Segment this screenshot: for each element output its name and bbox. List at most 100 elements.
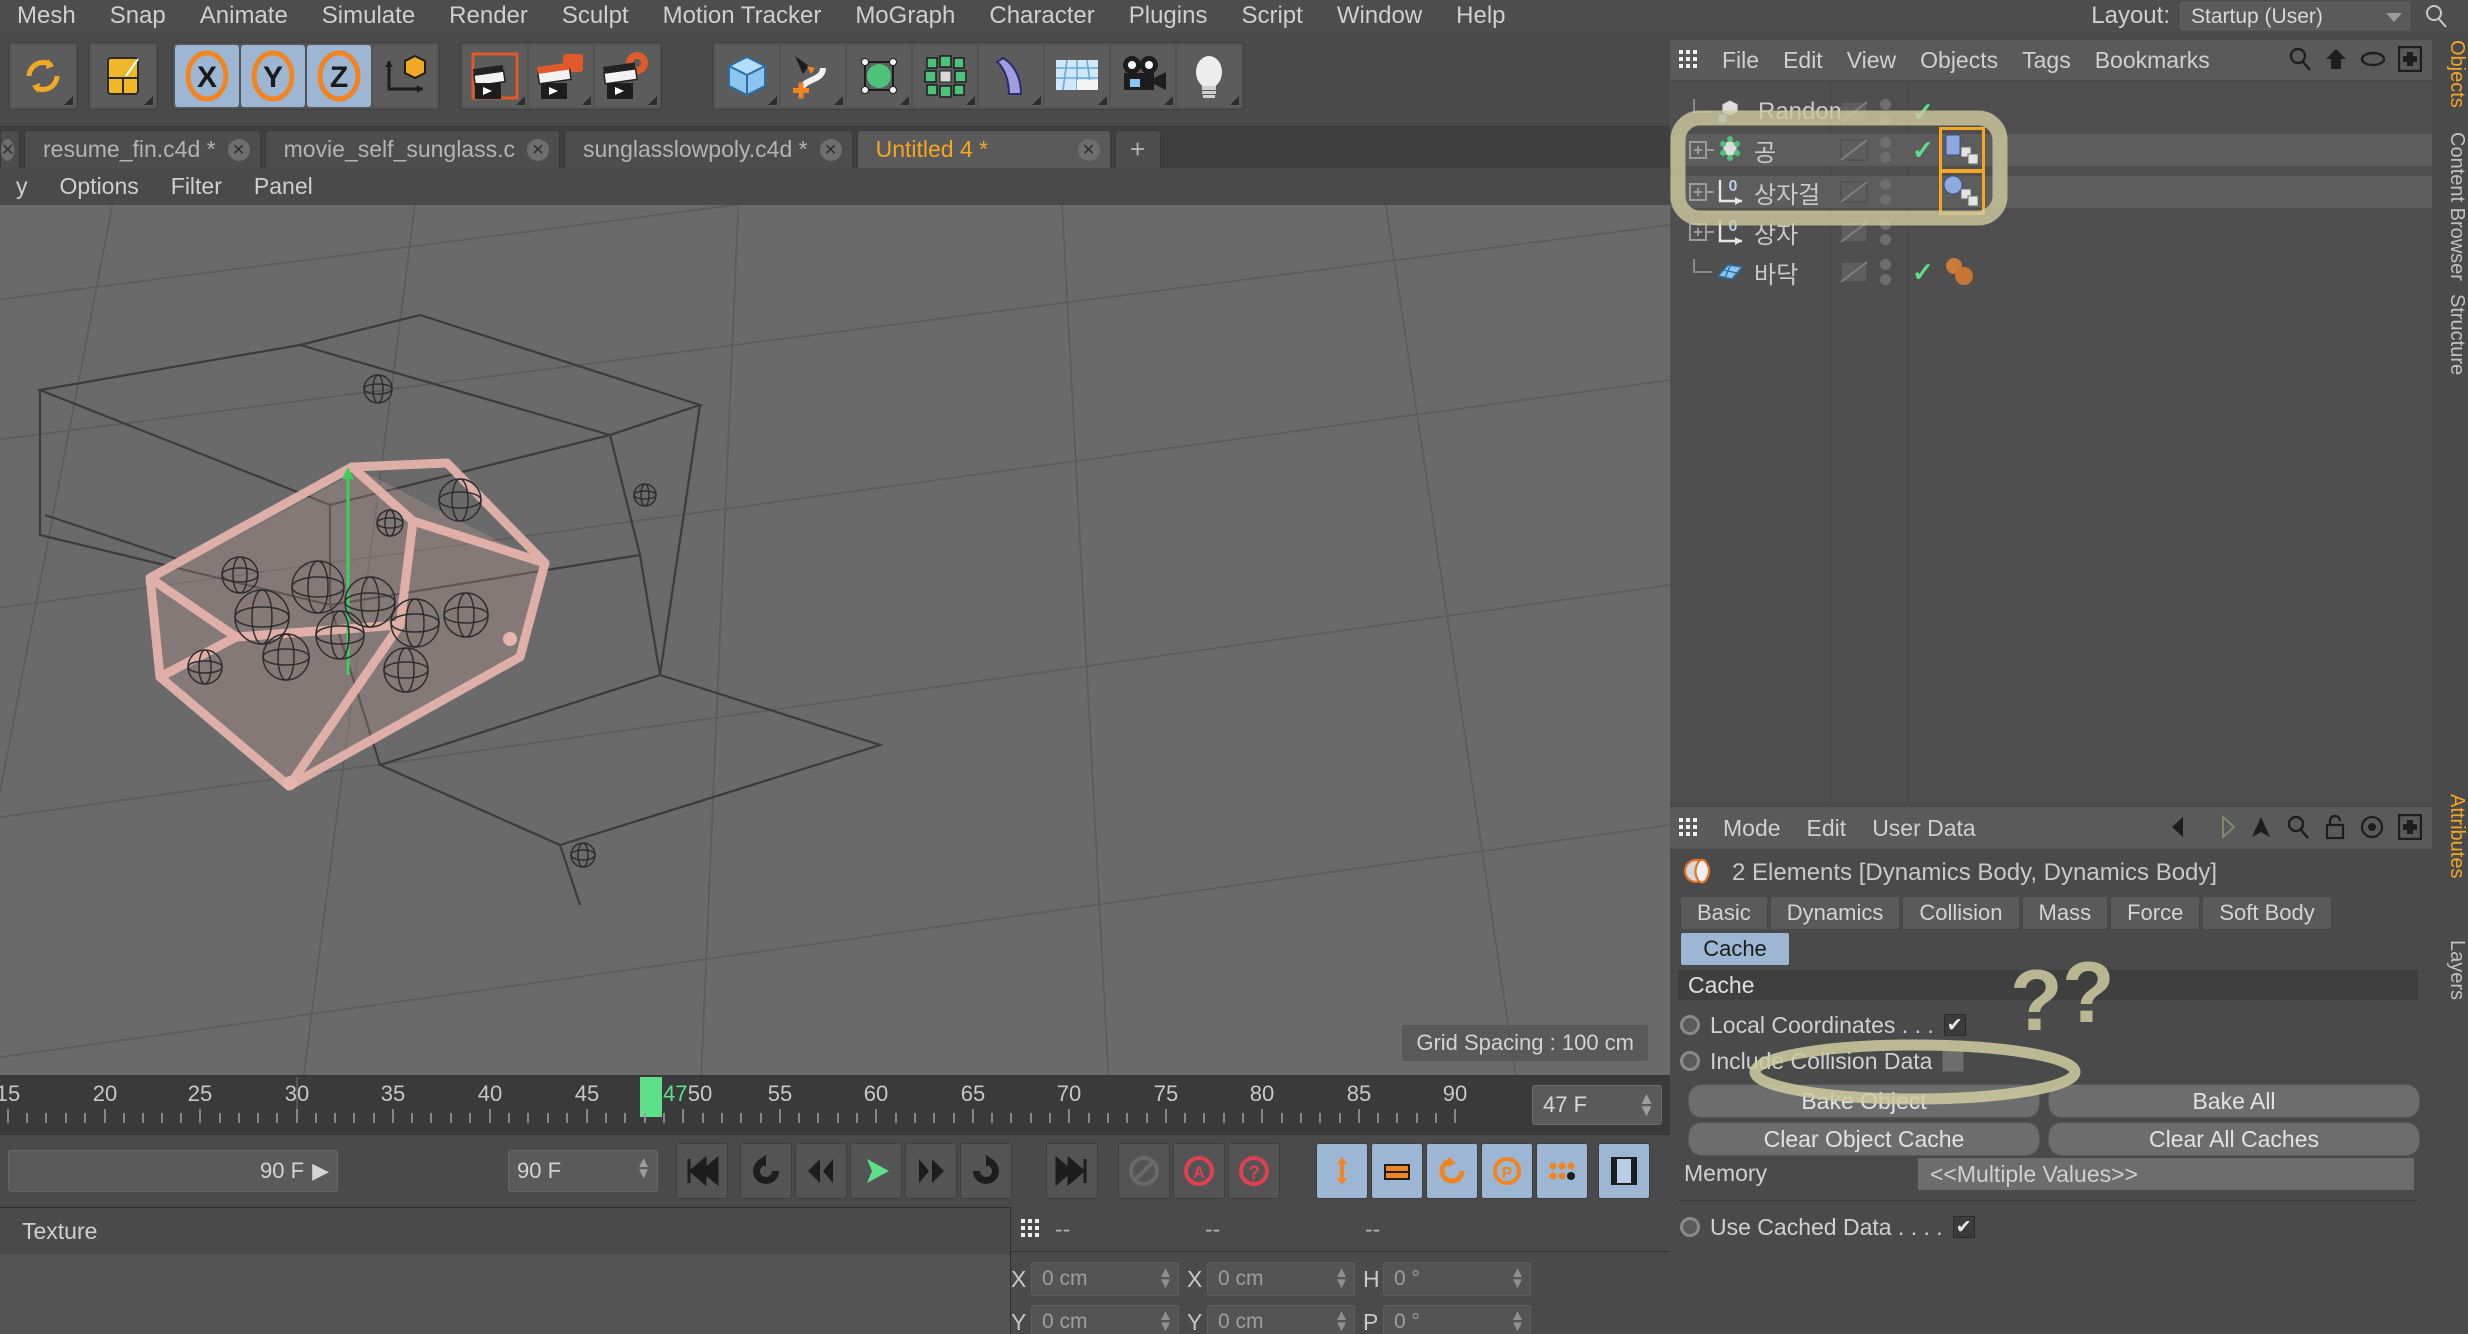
visibility-editor-dot[interactable]: [1880, 259, 1891, 270]
stepper-icon[interactable]: ▲ ▼: [1638, 1090, 1655, 1119]
panel-grip-icon[interactable]: [1019, 1216, 1045, 1242]
visibility-render-dot[interactable]: [1880, 274, 1891, 285]
menu-item-character[interactable]: Character: [972, 0, 1111, 32]
tab-basic[interactable]: Basic: [1680, 896, 1768, 930]
go-to-end-icon[interactable]: [1046, 1143, 1098, 1199]
stepper-icon[interactable]: ▲ ▼: [1158, 1265, 1173, 1291]
tag-dynamics-body-icon[interactable]: [1939, 127, 1985, 173]
nav-up-icon[interactable]: [2250, 815, 2272, 839]
pla-key-icon[interactable]: [1536, 1143, 1588, 1199]
eye-icon[interactable]: [2360, 49, 2386, 69]
timeline-ruler[interactable]: 15 20 25 30 35 40 45 50 55 60 65 70 75 80 85 90 47: [0, 1075, 1520, 1135]
attribute-manager-menu-edit[interactable]: Edit: [1794, 815, 1860, 842]
object-manager-menu-view[interactable]: View: [1835, 47, 1908, 74]
object-row-sangja[interactable]: 0 상자: [1670, 216, 2432, 249]
property-use-cached-data[interactable]: Use Cached Data . . . . ✔: [1680, 1210, 1975, 1244]
x-axis-icon[interactable]: X: [175, 45, 239, 107]
play-icon[interactable]: [850, 1143, 902, 1199]
render-region-icon[interactable]: [529, 45, 593, 107]
vertical-tab-layers[interactable]: Layers: [2432, 940, 2468, 1000]
object-manager-menu-edit[interactable]: Edit: [1771, 47, 1835, 74]
object-manager-list[interactable]: Random ✓ 공 ✓ 0 상자걸 0 상자 바닥 ✓: [1670, 82, 2432, 802]
param-key-icon[interactable]: P: [1481, 1143, 1533, 1199]
spline-pen-icon[interactable]: [781, 45, 845, 107]
light-icon[interactable]: [1177, 45, 1241, 107]
local-coordinates-checkbox[interactable]: ✔: [1943, 1014, 1966, 1036]
object-row-random[interactable]: Random ✓: [1670, 96, 2432, 128]
mograph-cloner-icon[interactable]: [1714, 136, 1746, 164]
menu-item-help[interactable]: Help: [1439, 0, 1522, 32]
autokey-icon[interactable]: A: [1173, 1143, 1225, 1199]
tab-cache[interactable]: Cache: [1680, 932, 1790, 966]
expand-toggle-icon[interactable]: [1688, 137, 1714, 163]
object-visibility-group[interactable]: [1840, 137, 1891, 163]
subdivision-surface-icon[interactable]: [847, 45, 911, 107]
coord-rotation-h-field[interactable]: 0 ° ▲ ▼: [1383, 1262, 1531, 1296]
object-row-gong[interactable]: 공 ✓: [1670, 127, 2432, 173]
stepper-icon[interactable]: ▲ ▼: [1510, 1265, 1525, 1291]
viewport-menu-panel[interactable]: Panel: [238, 173, 329, 200]
visibility-editor-dot[interactable]: [1880, 99, 1891, 110]
nav-back-icon[interactable]: [2170, 815, 2196, 839]
close-icon[interactable]: ✕: [819, 138, 842, 161]
document-tab-resume[interactable]: resume_fin.c4d * ✕: [24, 130, 261, 168]
search-icon[interactable]: [2286, 815, 2310, 839]
material-menu-texture[interactable]: Texture: [22, 1218, 97, 1245]
clear-object-cache-button[interactable]: Clear Object Cache: [1688, 1122, 2040, 1156]
current-frame-field[interactable]: 47 F ▲ ▼: [1532, 1085, 1662, 1125]
coord-size-y-field[interactable]: 0 cm ▲ ▼: [1207, 1305, 1355, 1334]
menu-item-motion-tracker[interactable]: Motion Tracker: [646, 0, 839, 32]
rotation-key-icon[interactable]: [1426, 1143, 1478, 1199]
object-visibility-group[interactable]: [1840, 179, 1891, 205]
tab-collision[interactable]: Collision: [1902, 896, 2020, 930]
document-tab-overflow[interactable]: ✕: [0, 130, 20, 168]
stepper-icon[interactable]: ▲ ▼: [1158, 1308, 1173, 1334]
close-icon[interactable]: ✕: [227, 138, 250, 161]
property-bullet-icon[interactable]: [1680, 1015, 1700, 1035]
stepper-icon[interactable]: ▲ ▼: [636, 1155, 651, 1181]
object-row-sangjageol[interactable]: 0 상자걸: [1670, 169, 2432, 215]
coord-rotation-p-field[interactable]: 0 ° ▲ ▼: [1383, 1305, 1531, 1334]
vertical-tab-objects[interactable]: Objects: [2432, 40, 2468, 108]
object-manager-menu-objects[interactable]: Objects: [1908, 47, 2010, 74]
document-tab-sunglasslowpoly[interactable]: sunglasslowpoly.c4d * ✕: [564, 130, 853, 168]
keyframe-help-icon[interactable]: ?: [1228, 1143, 1280, 1199]
object-manager-menu-file[interactable]: File: [1710, 47, 1771, 74]
visibility-editor-dot[interactable]: [1880, 179, 1891, 190]
close-icon[interactable]: ✕: [527, 138, 549, 161]
property-bullet-icon[interactable]: [1680, 1051, 1700, 1071]
menu-item-script[interactable]: Script: [1224, 0, 1319, 32]
timeline-ruler-bar[interactable]: 15 20 25 30 35 40 45 50 55 60 65 70 75 80 85 90 47: [0, 1075, 1670, 1135]
mograph-cloner-icon[interactable]: [913, 45, 977, 107]
visibility-toggle-icon[interactable]: [1840, 221, 1868, 243]
object-visibility-group[interactable]: [1840, 219, 1891, 245]
go-to-end-reverse-icon[interactable]: [960, 1143, 1012, 1199]
coord-size-x-field[interactable]: 0 cm ▲ ▼: [1207, 1262, 1355, 1296]
visibility-render-dot[interactable]: [1880, 194, 1891, 205]
target-icon[interactable]: [2360, 815, 2384, 839]
live-selection-icon[interactable]: [91, 45, 155, 107]
add-icon[interactable]: [2398, 814, 2422, 840]
close-icon[interactable]: ✕: [1, 138, 15, 161]
bake-all-button[interactable]: Bake All: [2048, 1084, 2420, 1118]
panel-grip-icon[interactable]: [1678, 48, 1702, 72]
visibility-toggle-icon[interactable]: [1840, 181, 1868, 203]
position-key-icon[interactable]: [1316, 1143, 1368, 1199]
menu-item-sculpt[interactable]: Sculpt: [545, 0, 646, 32]
undo-redo-icon[interactable]: [11, 45, 75, 107]
attribute-manager-menu-mode[interactable]: Mode: [1710, 815, 1794, 842]
tab-force[interactable]: Force: [2110, 896, 2201, 930]
bake-object-button[interactable]: Bake Object: [1688, 1084, 2040, 1118]
object-enable-check-icon[interactable]: ✓: [1912, 135, 1934, 166]
home-icon[interactable]: [2324, 47, 2348, 71]
visibility-toggle-icon[interactable]: [1840, 261, 1868, 283]
menu-item-mesh[interactable]: Mesh: [0, 0, 93, 32]
stepper-icon[interactable]: ▲ ▼: [1334, 1308, 1349, 1334]
3d-viewport[interactable]: Grid Spacing : 100 cm: [0, 205, 1670, 1075]
add-layer-icon[interactable]: [2398, 46, 2422, 72]
cube-primitive-icon[interactable]: [715, 45, 779, 107]
document-tab-movie-self-sunglass[interactable]: movie_self_sunglass.c ✕: [264, 130, 560, 168]
document-end-frame-field[interactable]: 90 F ▲ ▼: [508, 1150, 658, 1192]
menu-item-animate[interactable]: Animate: [183, 0, 305, 32]
use-cached-data-checkbox[interactable]: ✔: [1952, 1216, 1975, 1238]
